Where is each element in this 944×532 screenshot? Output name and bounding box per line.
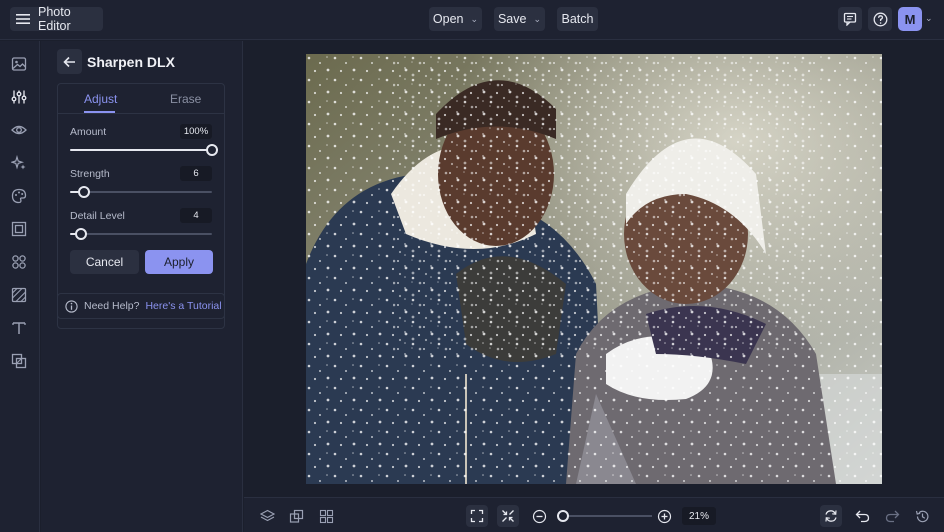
- save-button[interactable]: Save ⌄: [494, 7, 545, 31]
- eye-icon[interactable]: [10, 121, 28, 139]
- info-icon: [65, 299, 78, 313]
- help-icon: [873, 12, 888, 27]
- photo-canvas[interactable]: [306, 54, 882, 484]
- text-icon[interactable]: [10, 319, 28, 337]
- strength-label: Strength: [70, 168, 110, 180]
- avatar[interactable]: M: [898, 7, 922, 31]
- swap-icon[interactable]: [286, 506, 306, 526]
- tab-erase[interactable]: Erase: [170, 92, 201, 106]
- apply-button[interactable]: Apply: [145, 250, 213, 274]
- history-icon[interactable]: [912, 506, 932, 526]
- texture-icon[interactable]: [10, 286, 28, 304]
- open-button[interactable]: Open ⌄: [429, 7, 482, 31]
- batch-label: Batch: [561, 12, 594, 26]
- grid-icon[interactable]: [316, 506, 336, 526]
- strength-slider[interactable]: [70, 186, 212, 198]
- zoom-value[interactable]: 21%: [682, 507, 716, 525]
- tool-panel: Sharpen DLX Adjust Erase Amount 100% Str…: [41, 41, 243, 532]
- amount-slider-fill: [70, 149, 212, 151]
- canvas-area: [244, 41, 944, 497]
- open-label: Open: [432, 12, 464, 26]
- cancel-button[interactable]: Cancel: [70, 250, 139, 274]
- feedback-button[interactable]: [838, 7, 862, 31]
- chevron-down-icon: ⌄: [470, 13, 479, 24]
- image-icon[interactable]: [10, 55, 28, 73]
- zoom-out-icon[interactable]: [529, 506, 549, 526]
- shapes-icon[interactable]: [10, 253, 28, 271]
- undo-icon[interactable]: [852, 506, 872, 526]
- tutorial-link[interactable]: Here's a Tutorial: [145, 300, 221, 312]
- back-button[interactable]: [57, 49, 82, 74]
- sliders-icon[interactable]: [10, 88, 28, 106]
- palette-icon[interactable]: [10, 187, 28, 205]
- fit-screen-icon[interactable]: [466, 505, 488, 527]
- bottom-bar: 21%: [244, 497, 944, 532]
- menu-button[interactable]: Photo Editor: [10, 5, 103, 33]
- save-label: Save: [497, 12, 527, 26]
- tab-adjust[interactable]: Adjust: [84, 92, 117, 106]
- compare-icon[interactable]: [820, 505, 842, 527]
- redo-icon[interactable]: [882, 506, 902, 526]
- actual-size-icon[interactable]: [497, 505, 519, 527]
- amount-label: Amount: [70, 126, 107, 138]
- overlay-icon[interactable]: [10, 352, 28, 370]
- help-box: Need Help? Here's a Tutorial: [57, 293, 225, 319]
- app-title: Photo Editor: [38, 5, 71, 33]
- strength-value[interactable]: 6: [180, 166, 212, 181]
- arrow-left-icon: [63, 56, 76, 68]
- detail-level-slider-handle[interactable]: [75, 228, 88, 240]
- amount-slider-handle[interactable]: [206, 144, 218, 156]
- comment-icon: [843, 12, 857, 26]
- zoom-slider-handle[interactable]: [557, 510, 569, 522]
- zoom-slider[interactable]: [557, 510, 652, 522]
- chevron-down-icon[interactable]: ⌄: [925, 13, 933, 24]
- frame-icon[interactable]: [10, 220, 28, 238]
- detail-level-value[interactable]: 4: [180, 208, 212, 223]
- help-button[interactable]: [868, 7, 892, 31]
- detail-level-slider[interactable]: [70, 228, 212, 240]
- tool-sidebar: [0, 41, 40, 532]
- panel-title: Sharpen DLX: [87, 54, 175, 70]
- batch-button[interactable]: Batch: [557, 7, 598, 31]
- tab-divider: [58, 113, 224, 114]
- zoom-in-icon[interactable]: [654, 506, 674, 526]
- detail-level-label: Detail Level: [70, 210, 125, 222]
- sparkle-icon[interactable]: [10, 154, 28, 172]
- hamburger-icon: [16, 13, 30, 25]
- chevron-down-icon: ⌄: [533, 13, 542, 24]
- layers-icon[interactable]: [257, 506, 277, 526]
- top-bar: Photo Editor Open ⌄ Save ⌄ Batch M ⌄: [0, 0, 944, 40]
- help-text: Need Help?: [84, 300, 140, 312]
- strength-slider-handle[interactable]: [78, 186, 91, 198]
- amount-slider[interactable]: [70, 144, 218, 156]
- amount-value[interactable]: 100%: [180, 124, 212, 139]
